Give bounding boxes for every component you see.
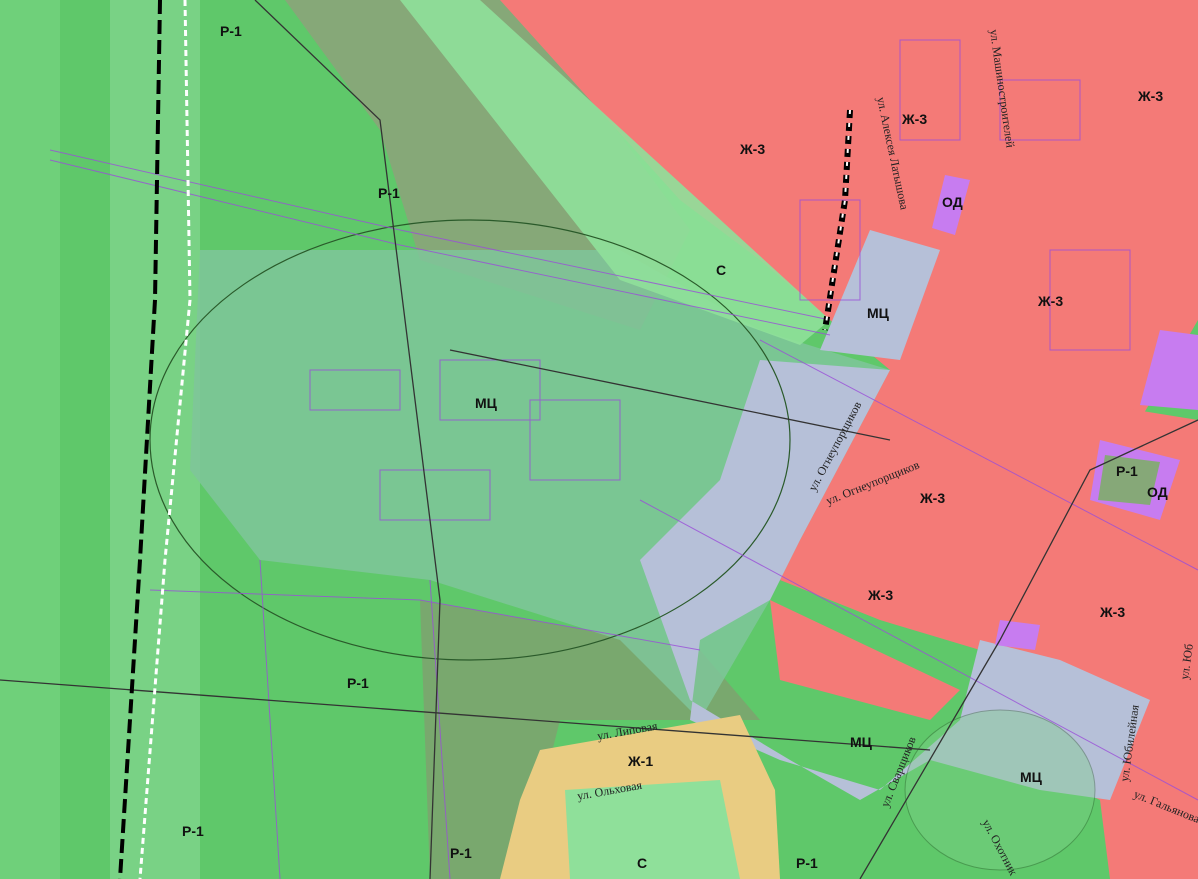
zone-label: МЦ — [1020, 769, 1043, 785]
od-zone-4[interactable] — [995, 620, 1040, 650]
zoning-map[interactable]: Р-1 Р-1 Ж-3 Ж-3 Ж-3 ОД С МЦ Ж-3 МЦ Р-1 О… — [0, 0, 1198, 879]
zone-label: Р-1 — [1116, 463, 1138, 479]
zone-label: Ж-3 — [739, 141, 765, 157]
zone-label: МЦ — [475, 395, 498, 411]
zone-label: С — [716, 262, 726, 278]
zone-label: ОД — [942, 194, 963, 210]
zone-label: Ж-3 — [919, 490, 945, 506]
zone-label: Ж-1 — [627, 753, 653, 769]
zone-label: С — [637, 855, 647, 871]
zone-label: Р-1 — [347, 675, 369, 691]
zone-label: ОД — [1147, 484, 1168, 500]
zone-label: Ж-3 — [867, 587, 893, 603]
light-green-strip — [0, 0, 60, 879]
zone-label: МЦ — [867, 305, 890, 321]
zone-label: Ж-3 — [1137, 88, 1163, 104]
zone-label: Ж-3 — [1037, 293, 1063, 309]
zone-label: МЦ — [850, 734, 873, 750]
zone-label: Р-1 — [182, 823, 204, 839]
zone-label: Р-1 — [220, 23, 242, 39]
zone-label: Ж-3 — [1099, 604, 1125, 620]
zone-label: Р-1 — [378, 185, 400, 201]
zone-label: Р-1 — [796, 855, 818, 871]
zone-label: Р-1 — [450, 845, 472, 861]
zone-label: Ж-3 — [901, 111, 927, 127]
